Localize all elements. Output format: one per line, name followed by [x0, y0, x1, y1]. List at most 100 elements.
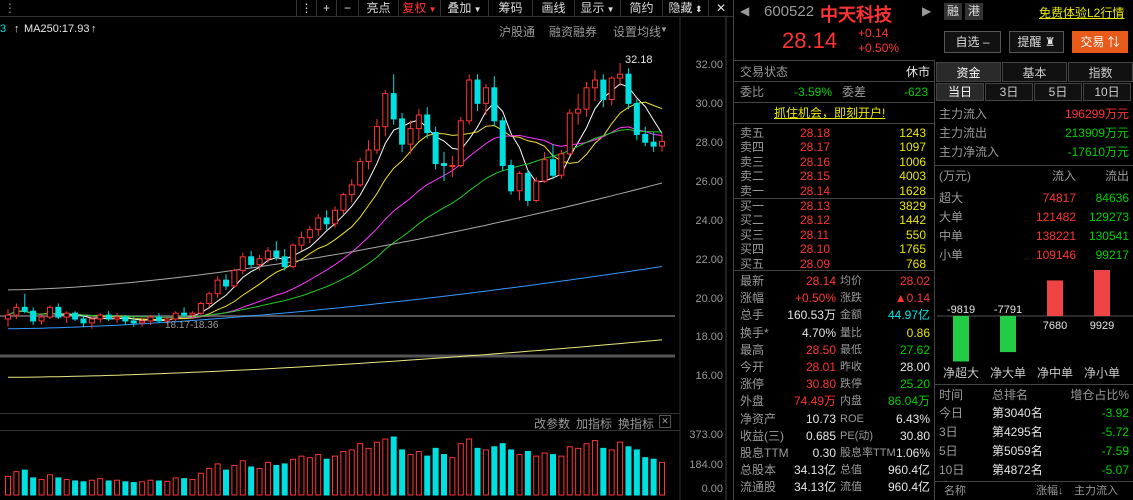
quote-value: 0.685: [805, 428, 836, 443]
volume-bar: [13, 471, 20, 496]
tab-basic[interactable]: 基本: [1002, 62, 1067, 82]
open-account-promo[interactable]: 抓住机会，即刻开户!: [774, 105, 885, 121]
ma60-line: [7, 182, 663, 291]
weibi-label: 委比: [740, 85, 765, 99]
candle-body: [197, 302, 204, 314]
volume-bar: [474, 447, 481, 496]
period-tab[interactable]: 当日: [936, 83, 984, 101]
candle-body: [214, 279, 221, 295]
volume-bar: [591, 440, 598, 496]
ma250-line: [8, 339, 663, 378]
toolbar-yincang[interactable]: 隐藏 ⬍: [662, 0, 708, 17]
volume-bar: [189, 478, 196, 496]
net-flow-bar-label: 净大单: [990, 366, 1026, 380]
alert-button[interactable]: 提醒 ♜: [1009, 31, 1064, 53]
flow-row-label: 大单: [939, 210, 964, 224]
quote-label: 净资产: [740, 411, 777, 426]
quote-label: PE(动): [840, 429, 873, 442]
add-favorite-button[interactable]: 自选 –: [944, 31, 1001, 53]
volume-bar: [482, 449, 489, 496]
volume-bar: [239, 460, 246, 496]
close-icon[interactable]: ✕: [708, 0, 733, 17]
next-stock-icon[interactable]: ▶: [922, 4, 931, 18]
volume-bar: [63, 478, 70, 496]
buy-level-price: 28.09: [800, 256, 831, 271]
prev-stock-icon[interactable]: ◀: [740, 4, 749, 18]
candle-body: [650, 141, 657, 147]
l2-trial-link[interactable]: 免费体验L2行情: [1039, 4, 1124, 21]
candle-body: [591, 79, 598, 89]
volume-bar: [122, 481, 129, 496]
zoom-in-button[interactable]: +: [316, 0, 336, 17]
toolbar-jianyue[interactable]: 简约: [620, 0, 662, 17]
updown-icon: ⇅: [1104, 35, 1120, 49]
tab-fund[interactable]: 资金: [936, 62, 1001, 82]
quote-value: 28.02: [899, 274, 930, 288]
toolbar-huaxian[interactable]: 画线: [532, 0, 574, 17]
badge-gang[interactable]: 港: [965, 3, 983, 20]
candle-body: [516, 172, 523, 192]
toolbar-liangdian[interactable]: 亮点: [358, 0, 398, 17]
chevron-down-icon: ▼: [604, 5, 615, 14]
candle-body: [340, 194, 347, 211]
price-change-pct: +0.50%: [858, 41, 900, 55]
flow-label: 主力流入: [939, 107, 988, 121]
toolbar-fuquan[interactable]: 复权 ▼: [398, 0, 440, 17]
sell-level-volume: 4003: [899, 169, 926, 184]
quote-label: 今开: [740, 360, 765, 374]
period-tab[interactable]: 3日: [985, 83, 1033, 101]
net-flow-bar: [1047, 280, 1063, 316]
flow-value: 213909万元: [1064, 126, 1129, 140]
kline-chart-area[interactable]: 3 ↑ MA250:17.93 ↑ 沪股通 融资融券 设置均线 ▼ 32.18 …: [0, 17, 733, 500]
buy-level-label: 买三: [740, 227, 765, 242]
price-tick: 32.00: [695, 59, 723, 72]
volume-bar: [390, 436, 397, 496]
toolbar-nav-dots[interactable]: ⋮: [296, 0, 316, 17]
volume-bar: [407, 454, 414, 496]
volume-bar: [575, 447, 582, 496]
badge-rong[interactable]: 融: [944, 3, 962, 20]
close-icon[interactable]: ✕: [659, 415, 671, 428]
candle-body: [181, 312, 188, 316]
up-arrow-icon: ↑: [91, 23, 97, 35]
period-tab[interactable]: 5日: [1034, 83, 1082, 101]
link-shezhi-junxian[interactable]: 设置均线: [613, 23, 661, 40]
trade-button[interactable]: 交易 ⇅: [1072, 31, 1128, 53]
toolbar-chouma[interactable]: 筹码: [488, 0, 532, 17]
candle-body: [5, 314, 11, 320]
sell-level-price: 28.15: [800, 169, 831, 184]
volume-bar: [298, 455, 305, 496]
flow-table-header: (万元): [939, 169, 971, 183]
candle-body: [625, 73, 632, 104]
candle-body: [21, 306, 28, 312]
toolbar-xianshi[interactable]: 显示 ▼: [574, 0, 620, 17]
volume-bar: [46, 474, 53, 496]
candle-body: [97, 314, 104, 320]
buy-level-label: 买二: [740, 213, 765, 228]
rank-value: -5.07: [1101, 463, 1129, 477]
add-indicator-button[interactable]: 加指标: [576, 415, 612, 432]
period-tab[interactable]: 10日: [1083, 83, 1131, 101]
quote-label: 总股本: [740, 463, 777, 478]
tab-index[interactable]: 指数: [1068, 62, 1133, 82]
toolbar-diejia[interactable]: 叠加 ▼: [440, 0, 488, 17]
change-params-button[interactable]: 改参数: [534, 415, 570, 432]
quote-label: 涨停: [740, 377, 765, 392]
link-hugutong[interactable]: 沪股通: [499, 23, 535, 40]
quote-label: 总手: [740, 308, 765, 323]
flow-row-label: 超大: [939, 191, 964, 205]
volume-bar: [432, 447, 439, 496]
weicha-value: -623: [904, 85, 929, 99]
zoom-out-button[interactable]: −: [336, 0, 358, 17]
candle-body: [13, 306, 20, 316]
volume-bar: [516, 454, 523, 496]
link-rongzirongquan[interactable]: 融资融券: [549, 23, 597, 40]
candle-body: [659, 140, 665, 147]
switch-indicator-button[interactable]: 换指标: [618, 415, 654, 432]
price-change: +0.14: [858, 26, 889, 40]
quote-value: 86.04万: [887, 394, 930, 409]
buy-level-label: 买四: [740, 242, 765, 257]
buy-level-volume: 550: [905, 227, 926, 242]
sell-level-price: 28.16: [800, 154, 831, 169]
sell-level-label: 卖三: [740, 154, 765, 169]
